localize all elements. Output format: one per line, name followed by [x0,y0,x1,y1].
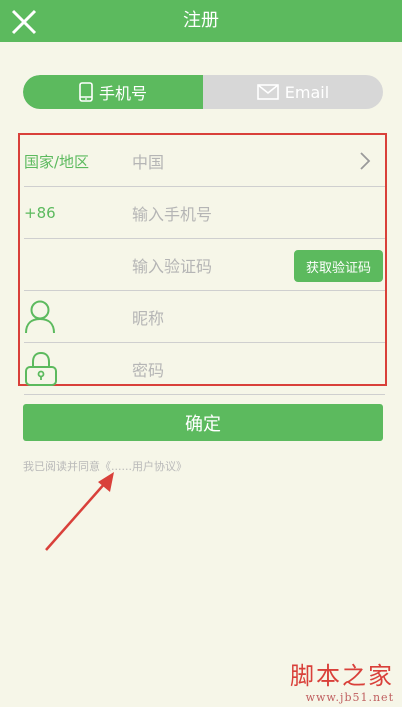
region-label: 国家/地区 [24,152,90,171]
annotation-arrow-icon [45,472,114,551]
tab-phone-label: 手机号 [98,84,147,103]
watermark: 脚本之家 www.jb51.net [290,656,394,704]
tab-email[interactable]: Email [203,75,383,109]
lock-icon [25,351,57,386]
tab-email-label: Email [284,82,330,102]
phone-icon [79,82,93,102]
get-code-button[interactable]: 获取验证码 [294,250,383,282]
password-input[interactable]: 密码 [132,343,164,395]
chevron-right-icon [360,152,371,170]
confirm-button[interactable]: 确定 [23,404,383,441]
top-bar: 注册 [0,0,402,42]
watermark-url: www.jb51.net [305,691,394,704]
country-code: +86 [24,204,56,222]
divider [24,394,385,395]
region-row[interactable]: 国家/地区 中国 [20,135,385,187]
mail-icon [256,84,279,100]
verification-code-input[interactable]: 输入验证码 [132,239,212,291]
nickname-input[interactable]: 昵称 [132,291,164,343]
phone-input[interactable]: 输入手机号 [132,187,212,239]
nickname-row: 昵称 [20,291,385,343]
password-row: 密码 [20,343,385,395]
phone-row: +86 输入手机号 [20,187,385,239]
registration-form: 国家/地区 中国 +86 输入手机号 输入验证码 获取验证码 昵称 密码 [18,133,387,395]
register-method-tabs: 手机号 Email [23,75,383,109]
page-title: 注册 [183,10,219,31]
tab-phone[interactable]: 手机号 [23,75,203,109]
watermark-title: 脚本之家 [290,662,394,690]
code-row: 输入验证码 获取验证码 [20,239,385,291]
user-icon [25,300,55,334]
region-value: 中国 [132,153,165,172]
